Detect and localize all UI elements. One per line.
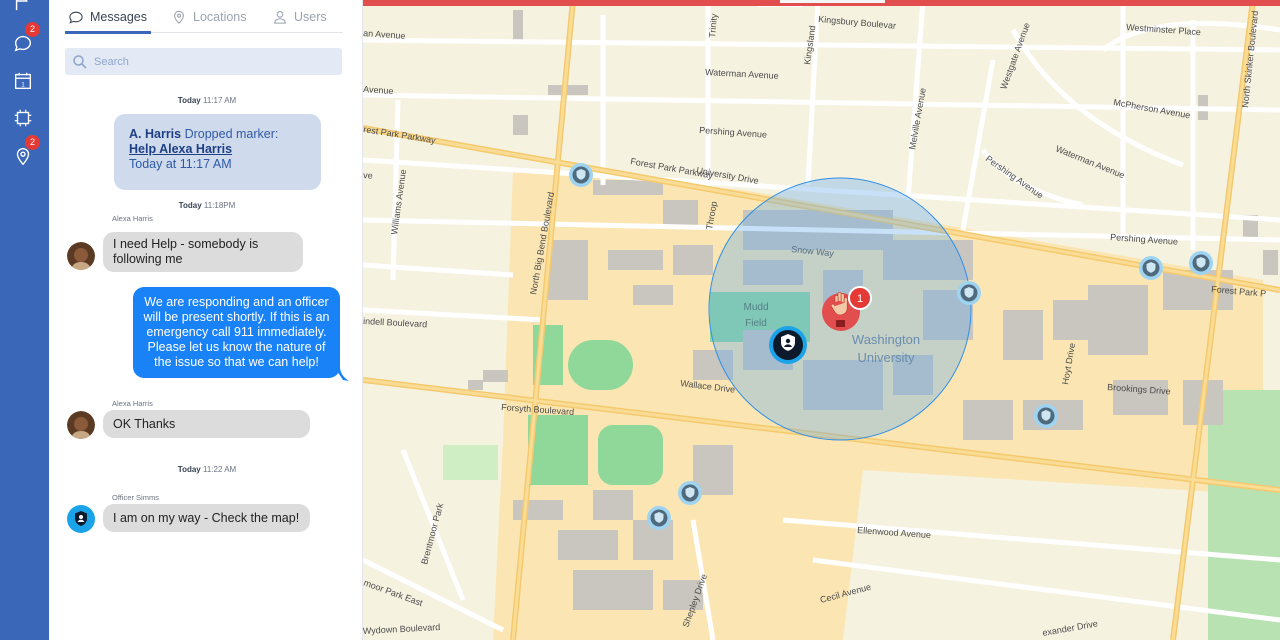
street-label: Waterman Avenue	[705, 67, 779, 81]
officer-marker[interactable]	[1034, 404, 1058, 428]
location-pin-icon	[174, 10, 184, 24]
alert-marker-link[interactable]: Help Alexa Harris	[129, 142, 306, 157]
message-bubble-incoming: I am on my way - Check the map!	[103, 504, 310, 532]
street-label: Kingsbury Boulevar	[818, 14, 897, 31]
officer-marker[interactable]	[1139, 256, 1163, 280]
officer-marker[interactable]	[957, 281, 981, 305]
rail-item-locations[interactable]: 2	[10, 135, 40, 169]
message-bubble-outgoing: We are responding and an officer will be…	[133, 287, 340, 378]
tab-label: Messages	[90, 9, 147, 24]
officer-marker[interactable]	[1189, 251, 1213, 275]
tab-users[interactable]: Users	[272, 0, 327, 33]
street-label: moor Park East	[363, 577, 424, 608]
street-label: Wydown Boulevard	[363, 622, 440, 636]
app-window: 2 1 2 Messages Locations Users Search To…	[0, 0, 1280, 640]
timestamp: Today 11:22 AM	[177, 465, 237, 474]
panel-tabs: Messages Locations Users	[65, 0, 343, 34]
rail-item-devices[interactable]	[10, 105, 36, 131]
tab-locations[interactable]: Locations	[171, 0, 247, 33]
alert-time: Today at 11:17 AM	[129, 157, 232, 171]
active-tab-indicator	[65, 31, 151, 34]
message-bubble-incoming: OK Thanks	[103, 410, 310, 438]
rail-badge: 2	[25, 22, 40, 37]
search-input[interactable]	[94, 55, 334, 68]
tab-label: Locations	[193, 9, 247, 24]
rail-badge: 2	[25, 135, 40, 150]
map-canvas: Kingsbury Boulevar Westminster Place Wat…	[363, 0, 1280, 640]
map-view[interactable]: Kingsbury Boulevar Westminster Place Wat…	[363, 0, 1280, 640]
avatar	[67, 242, 95, 270]
officer-marker[interactable]	[569, 163, 593, 187]
left-rail: 2 1 2	[0, 0, 49, 640]
message-sender: Alexa Harris	[112, 214, 153, 223]
marker-alert-card[interactable]: A. Harris Dropped marker: Help Alexa Har…	[114, 114, 321, 190]
street-label: Trinity	[707, 13, 719, 38]
street-label: Melville Avenue	[907, 87, 928, 150]
officer-marker[interactable]	[678, 481, 702, 505]
calendar-icon: 1	[14, 72, 32, 90]
chip-icon	[14, 109, 32, 127]
street-label: exander Drive	[1042, 618, 1099, 638]
bubble-tail	[335, 368, 349, 381]
search-box[interactable]	[65, 48, 342, 75]
search-icon	[73, 54, 87, 69]
message-bubble-incoming: I need Help - somebody is following me	[103, 232, 303, 272]
message-sender: Officer Simms	[112, 493, 159, 502]
rail-item-alerts[interactable]	[10, 0, 36, 14]
alert-action: Dropped marker:	[184, 127, 279, 141]
message-sender: Alexa Harris	[112, 399, 153, 408]
street-label: Pershing Avenue	[984, 153, 1045, 200]
status-bar-tab[interactable]	[780, 0, 885, 3]
timestamp: Today 11:17 AM	[177, 96, 237, 105]
chat-bubble-icon	[69, 11, 83, 24]
flag-icon	[15, 0, 28, 11]
street-label: Ellenwood Avenue	[857, 525, 931, 540]
rail-item-messages[interactable]: 2	[10, 22, 40, 56]
officer-marker[interactable]	[647, 506, 671, 530]
street-label: ve	[363, 170, 373, 181]
street-label: Brentmoor Park	[419, 502, 445, 566]
street-label: rest Park Parkway	[363, 124, 437, 145]
avatar	[67, 411, 95, 439]
user-icon	[274, 10, 286, 24]
timestamp: Today 11:18PM	[178, 201, 236, 210]
street-label: Waterman Avenue	[1054, 144, 1126, 181]
officer-location-marker[interactable]	[769, 326, 807, 364]
alert-author: A. Harris	[129, 127, 182, 141]
street-label: indell Boulevard	[363, 316, 427, 329]
street-label: Williams Avenue	[389, 169, 408, 236]
svg-text:1: 1	[857, 293, 863, 305]
rail-item-calendar[interactable]: 1	[10, 68, 36, 94]
street-label: Pershing Avenue	[1110, 232, 1178, 247]
messages-panel: Messages Locations Users Today 11:17 AM …	[49, 0, 363, 640]
street-label: Avenue	[363, 84, 394, 96]
officer-avatar	[67, 505, 95, 533]
tab-messages[interactable]: Messages	[68, 0, 147, 33]
tab-label: Users	[294, 9, 327, 24]
svg-text:1: 1	[21, 82, 25, 89]
